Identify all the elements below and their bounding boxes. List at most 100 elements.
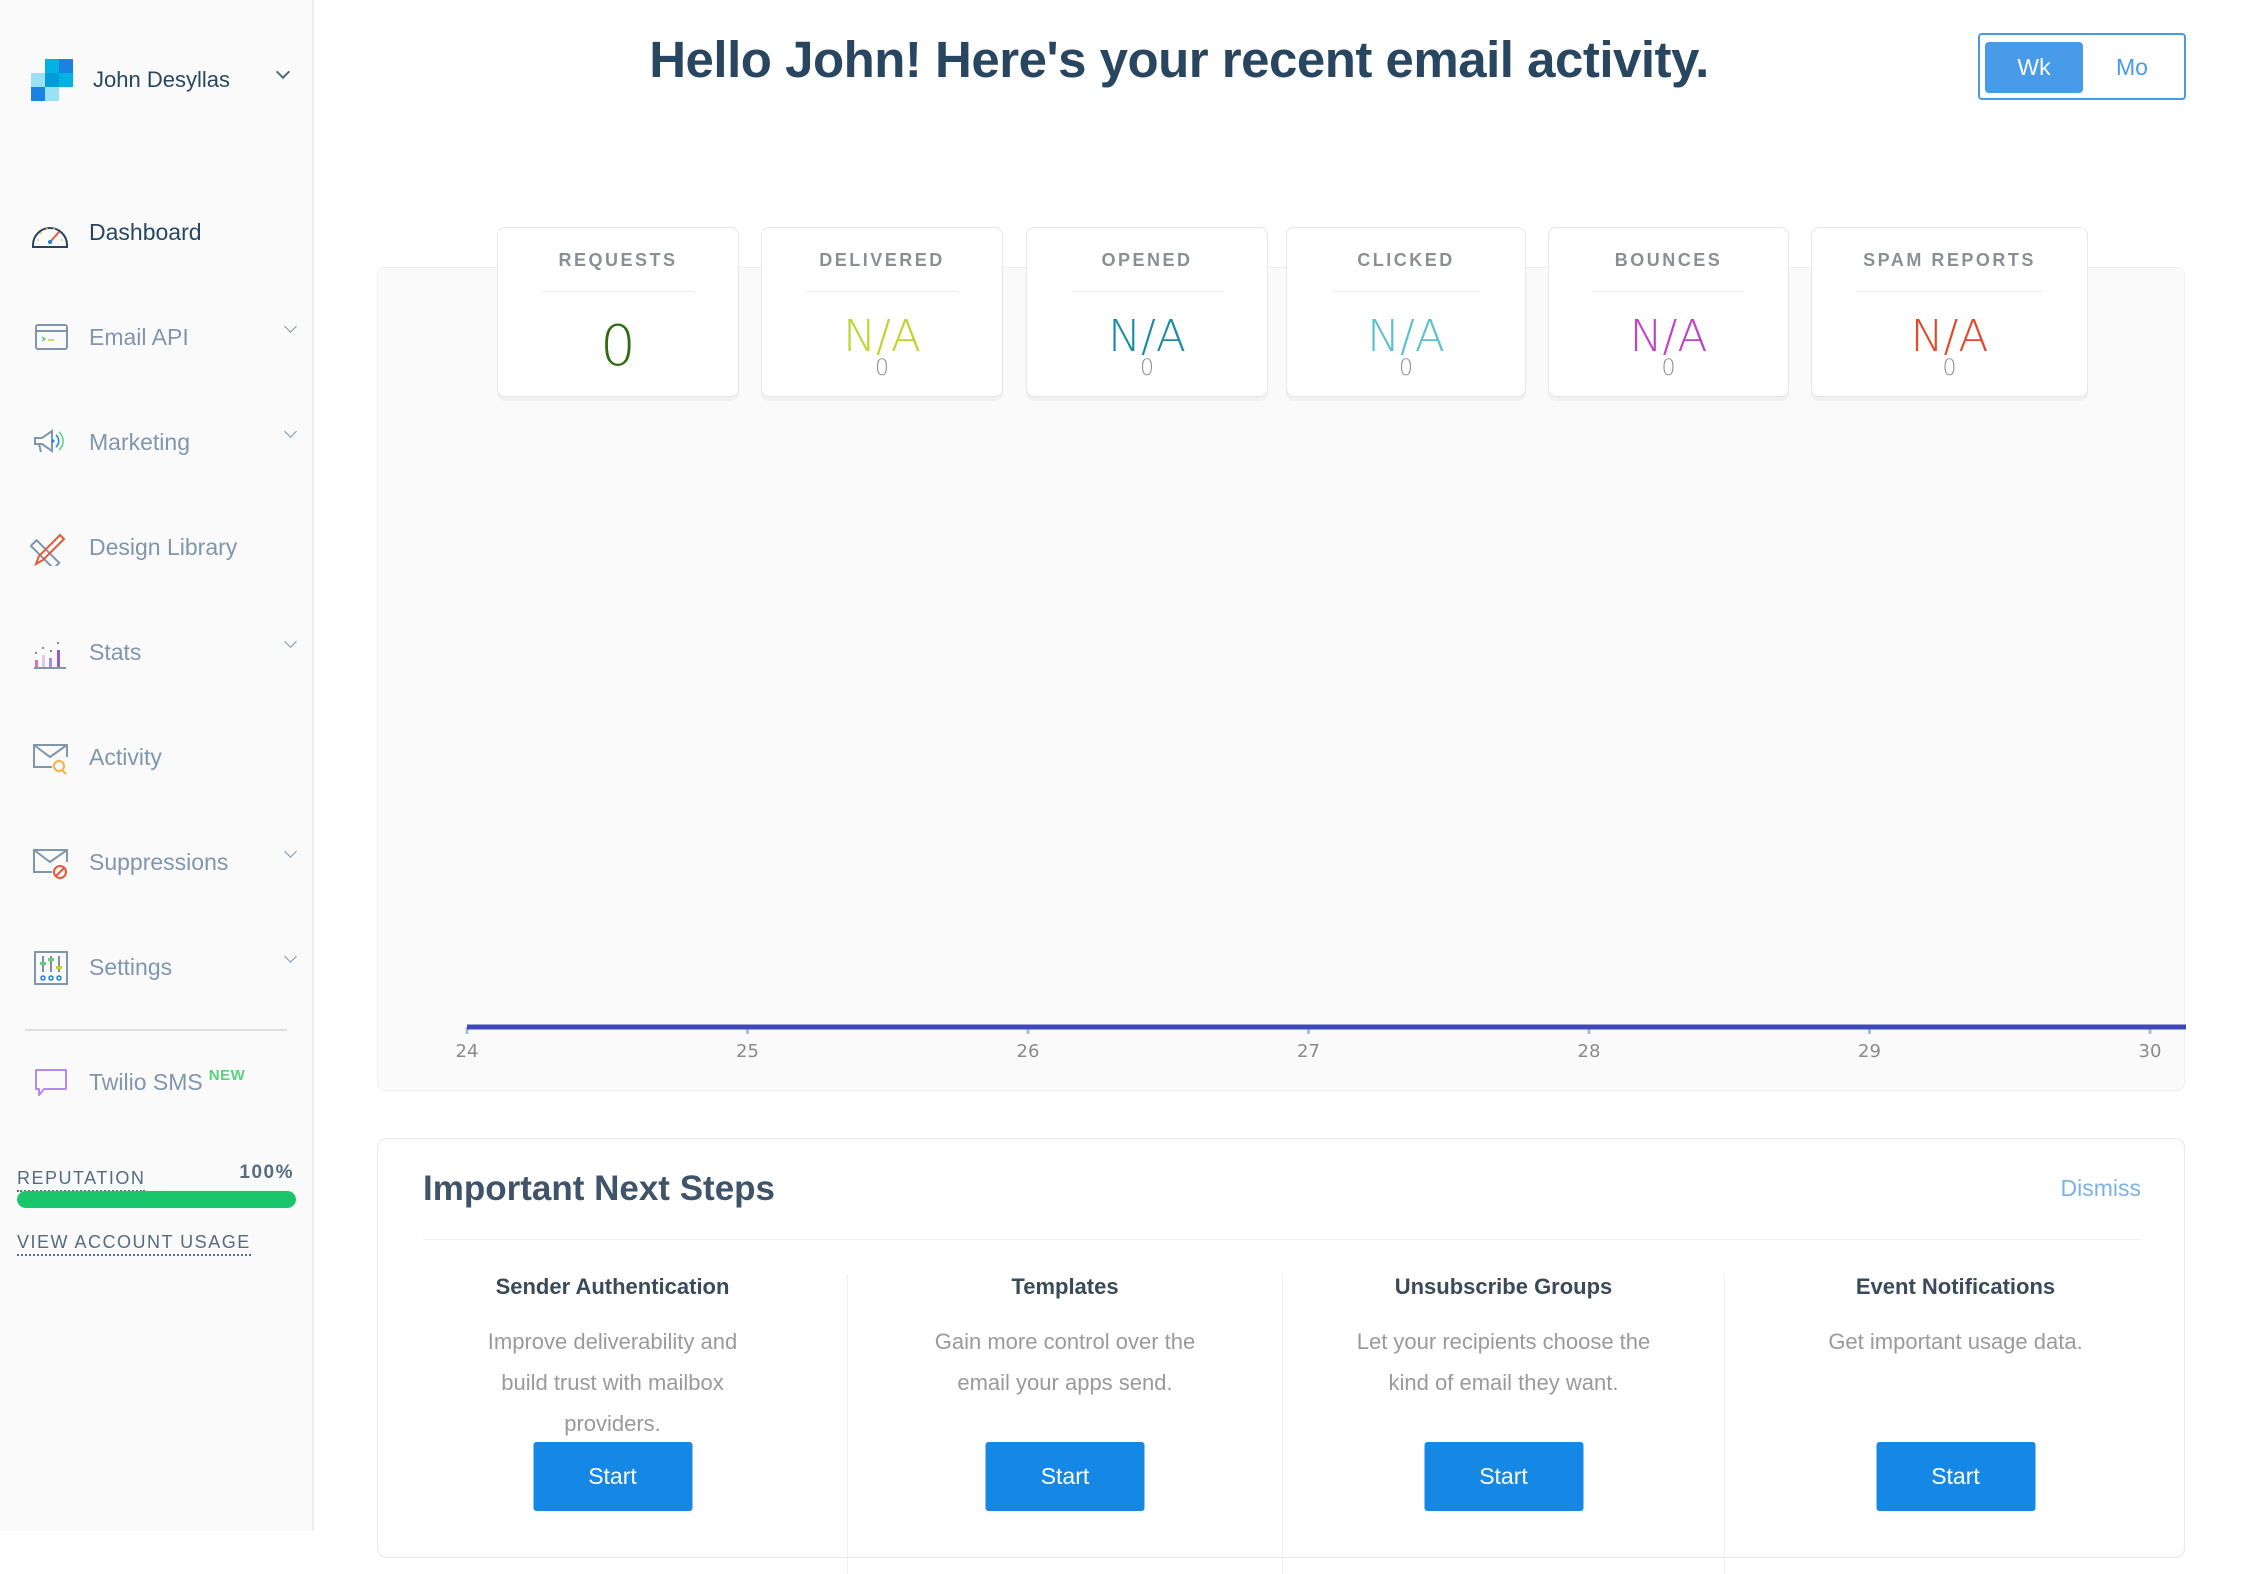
sidebar-item-suppressions[interactable]: Suppressions [30, 843, 302, 883]
chevron-down-icon [284, 950, 297, 963]
sidebar-item-activity[interactable]: Activity [30, 738, 302, 778]
stat-card-clicked: CLICKED N/A 0 [1286, 227, 1526, 397]
sidebar-item-marketing[interactable]: Marketing [30, 423, 302, 463]
sliders-icon [34, 951, 68, 985]
sidebar-item-label: Suppressions [89, 849, 229, 875]
sidebar-item-dashboard[interactable]: Dashboard [30, 213, 302, 253]
page-title: Hello John! Here's your recent email act… [649, 31, 1709, 88]
step-title: Sender Authentication [495, 1274, 730, 1299]
x-tick-label: 26 [1017, 1041, 1040, 1062]
step-description: Improve deliverability and build trust w… [487, 1329, 738, 1436]
view-account-usage-link[interactable]: VIEW ACCOUNT USAGE [17, 1232, 251, 1256]
stat-label: SPAM REPORTS [1863, 250, 2036, 270]
chevron-down-icon [284, 635, 297, 648]
step-event-notifications: Event Notifications Get important usage … [1724, 1274, 2186, 1574]
dashboard-gauge-icon [32, 227, 68, 248]
envelope-blocked-icon [33, 849, 68, 879]
sidebar-item-stats[interactable]: Stats [30, 633, 302, 673]
step-sender-authentication: Sender Authentication Improve deliverabi… [378, 1274, 847, 1574]
step-description: Gain more control over the email your ap… [934, 1329, 1196, 1395]
x-tick-label: 24 [456, 1041, 479, 1062]
step-title: Templates [1011, 1274, 1119, 1299]
sendgrid-logo-icon [31, 59, 73, 101]
step-title: Unsubscribe Groups [1394, 1274, 1613, 1299]
stat-label: BOUNCES [1614, 250, 1723, 270]
chat-bubble-icon [35, 1069, 67, 1096]
next-steps-divider [423, 1239, 2141, 1240]
x-tick-label: 27 [1297, 1041, 1320, 1062]
stat-count: 0 [1140, 356, 1154, 381]
start-button[interactable]: Start [1424, 1442, 1583, 1511]
x-tick-label: 29 [1858, 1041, 1881, 1062]
account-menu[interactable]: John Desyllas [31, 59, 301, 101]
chevron-down-icon [275, 64, 291, 80]
sidebar-item-design-library[interactable]: Design Library [30, 528, 302, 568]
new-badge: NEW [208, 1067, 246, 1084]
sidebar-item-label: Marketing [89, 429, 190, 455]
stat-count: 0 [1942, 356, 1957, 381]
stat-value: N/A [843, 311, 921, 362]
stat-count: 0 [1399, 356, 1413, 381]
terminal-window-icon [35, 324, 68, 350]
stat-count: 0 [875, 356, 889, 381]
sidebar-item-label: Activity [89, 744, 162, 770]
dismiss-button[interactable]: Dismiss [2061, 1175, 2142, 1202]
stat-value: 0 [600, 314, 636, 379]
stat-count: 0 [1661, 356, 1676, 381]
stat-separator [1071, 291, 1223, 292]
stat-separator [1593, 291, 1744, 292]
start-button[interactable]: Start [985, 1442, 1145, 1511]
step-unsubscribe-groups: Unsubscribe Groups Let your recipients c… [1282, 1274, 1724, 1574]
bar-chart-icon [34, 642, 66, 669]
start-button[interactable]: Start [533, 1442, 692, 1511]
sidebar-item-label: Dashboard [89, 219, 202, 245]
stat-separator [1331, 291, 1481, 292]
stat-separator [806, 291, 958, 292]
stat-separator [542, 291, 694, 292]
x-tick-label: 30 [2139, 1041, 2162, 1062]
stat-card-opened: OPENED N/A 0 [1026, 227, 1268, 397]
stat-label: CLICKED [1357, 250, 1455, 270]
step-templates: Templates Gain more control over the ema… [847, 1274, 1282, 1574]
sidebar-divider [25, 1029, 287, 1031]
step-title: Event Notifications [1855, 1274, 2056, 1299]
reputation-bar-fill [17, 1191, 296, 1208]
next-steps-title: Important Next Steps [423, 1169, 775, 1208]
reputation-label[interactable]: REPUTATION [17, 1168, 146, 1192]
sidebar-item-label: Design Library [89, 534, 238, 560]
chevron-down-icon [284, 320, 297, 333]
sidebar-item-settings[interactable]: Settings [30, 948, 302, 988]
stat-card-bounces: BOUNCES N/A 0 [1548, 227, 1789, 397]
stat-label: REQUESTS [558, 250, 678, 270]
stat-card-delivered: DELIVERED N/A 0 [761, 227, 1003, 397]
stat-value: N/A [1629, 311, 1708, 362]
twilio-label: Twilio SMS [89, 1069, 203, 1095]
x-tick-label: 25 [736, 1041, 759, 1062]
stat-card-requests: REQUESTS 0 [497, 227, 739, 397]
week-toggle-button[interactable]: Wk [1985, 42, 2083, 93]
reputation-bar [17, 1191, 296, 1208]
next-steps-card: Important Next Steps Dismiss Sender Auth… [377, 1138, 2185, 1574]
stat-separator [1856, 291, 2043, 292]
sidebar-item-label: Settings [89, 954, 173, 980]
x-tick-label: 28 [1578, 1041, 1601, 1062]
pencil-ruler-icon [30, 533, 66, 566]
reputation-value: 100% [239, 1162, 294, 1183]
megaphone-icon [34, 429, 64, 453]
stat-value: N/A [1108, 311, 1186, 362]
chevron-down-icon [284, 845, 297, 858]
sidebar: John Desyllas Dashboard Email API Market… [0, 0, 314, 1531]
sidebar-item-label: Stats [89, 639, 142, 665]
sidebar-item-label: Twilio SMS NEW [89, 1067, 246, 1096]
sidebar-item-email-api[interactable]: Email API [30, 318, 302, 358]
stat-value: N/A [1367, 311, 1445, 362]
start-button[interactable]: Start [1876, 1442, 2035, 1511]
envelope-search-icon [33, 744, 68, 775]
sidebar-item-twilio-sms[interactable]: Twilio SMS NEW [30, 1063, 302, 1103]
account-name: John Desyllas [93, 67, 230, 92]
step-description: Let your recipients choose the kind of e… [1356, 1329, 1651, 1395]
month-toggle-button[interactable]: Mo [2083, 42, 2181, 93]
stat-label: OPENED [1101, 250, 1193, 270]
period-toggle: Wk Mo [1978, 33, 2186, 100]
stat-value: N/A [1910, 311, 1989, 362]
